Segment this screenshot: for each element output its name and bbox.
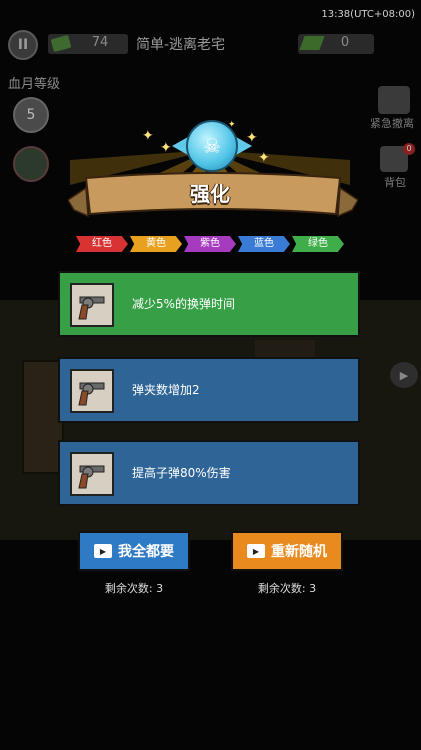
pause-button[interactable]: II — [8, 30, 38, 60]
video-icon: ▶ — [247, 544, 265, 558]
status-time: 13:38(UTC+08:00) — [321, 9, 415, 20]
upgrade-option-card[interactable]: 减少5%的换弹时间 — [58, 271, 360, 337]
pause-icon: II — [17, 37, 29, 53]
skill-icon[interactable] — [13, 146, 49, 182]
emergency-evac-icon[interactable] — [378, 86, 410, 114]
emergency-evac-label: 紧急撤离 — [370, 117, 414, 130]
reroll-button[interactable]: ▶ 重新随机 — [231, 531, 343, 571]
blood-moon-label: 血月等级 — [8, 77, 61, 92]
skull-candy-icon: ☠ — [186, 120, 238, 172]
sparkle-icon: ✦ — [142, 128, 154, 144]
side-video-button[interactable]: ▶ — [390, 362, 418, 388]
backpack-badge: 0 — [403, 143, 415, 155]
upgrade-option-card[interactable]: 弹夹数增加2 — [58, 357, 360, 423]
video-icon: ▶ — [399, 368, 409, 382]
revolver-icon — [70, 369, 114, 413]
rarity-tag-red: 红色 — [76, 236, 128, 252]
upgrade-option-text: 提高子弹80%伤害 — [132, 466, 231, 480]
popup-title: 强化 — [190, 182, 230, 206]
backpack-label: 背包 — [384, 176, 406, 189]
blood-moon-level: 5 — [13, 97, 49, 133]
rarity-tag-purple: 紫色 — [184, 236, 236, 252]
upgrade-option-text: 弹夹数增加2 — [132, 383, 200, 397]
rarity-tag-green: 绿色 — [292, 236, 344, 252]
take-all-label: 我全都要 — [118, 544, 174, 560]
level-title: 简单-逃离老宅 — [136, 37, 226, 53]
sparkle-icon: ✦ — [160, 140, 172, 156]
cash-value: 74 — [91, 35, 109, 50]
take-all-remaining: 剩余次数: 3 — [104, 582, 164, 595]
video-icon: ▶ — [94, 544, 112, 558]
rarity-tag-blue: 蓝色 — [238, 236, 290, 252]
upgrade-option-card[interactable]: 提高子弹80%伤害 — [58, 440, 360, 506]
ticket-value: 0 — [340, 35, 350, 50]
take-all-button[interactable]: ▶ 我全都要 — [78, 531, 190, 571]
reroll-remaining: 剩余次数: 3 — [257, 582, 317, 595]
revolver-icon — [70, 452, 114, 496]
candy-wrapper-right — [236, 137, 252, 155]
revolver-icon — [70, 283, 114, 327]
sparkle-icon: ✦ — [258, 150, 270, 166]
rarity-tag-yellow: 黄色 — [130, 236, 182, 252]
upgrade-option-text: 减少5%的换弹时间 — [132, 297, 236, 311]
reroll-label: 重新随机 — [271, 544, 327, 560]
